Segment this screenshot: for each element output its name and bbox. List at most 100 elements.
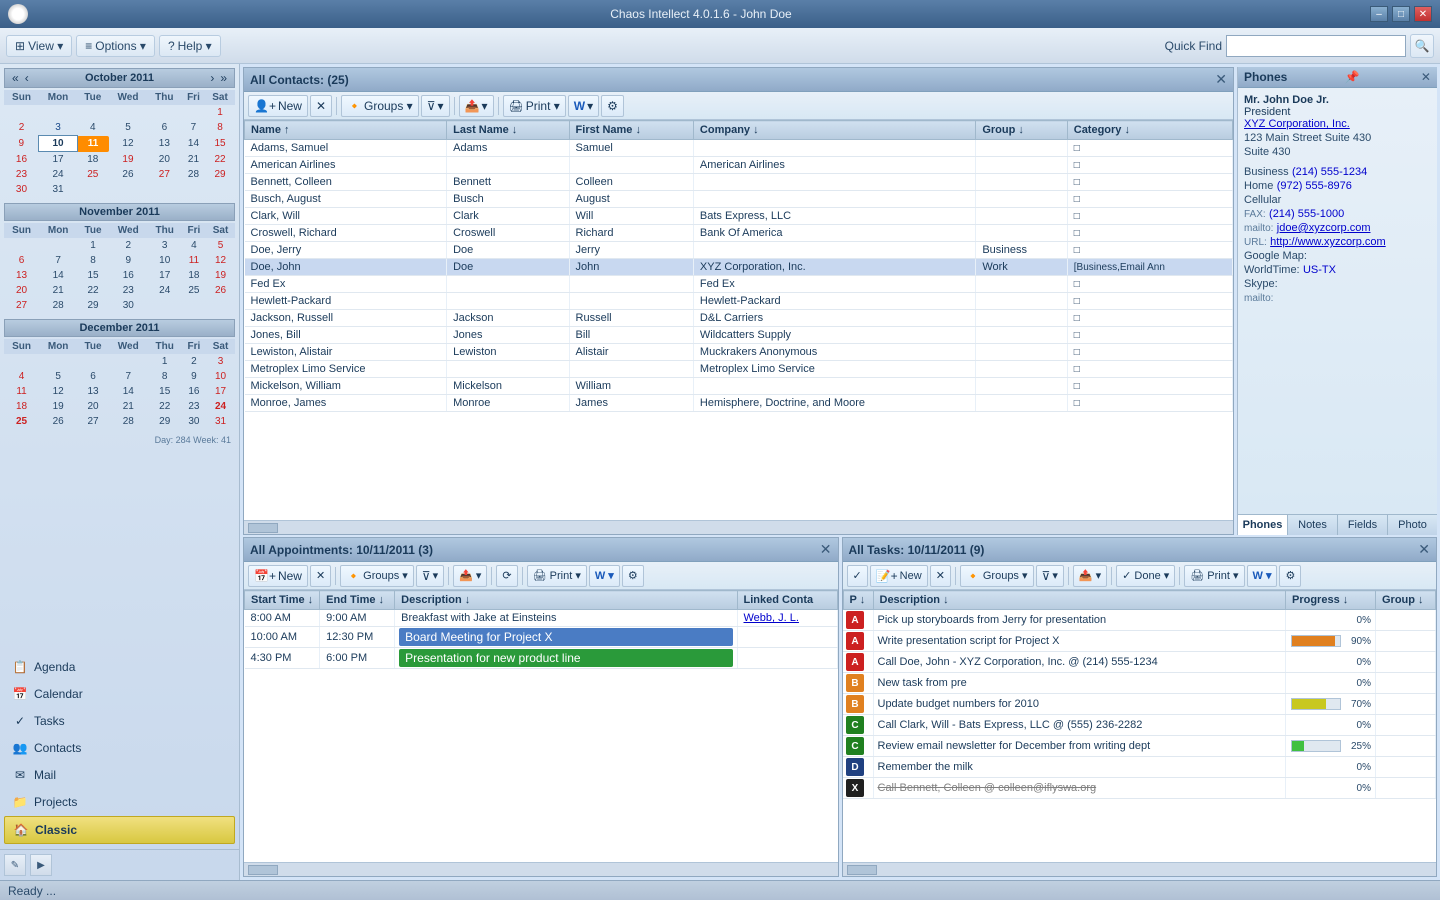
task-row[interactable]: B Update budget numbers for 2010 70% — [843, 694, 1436, 715]
contacts-close-button[interactable]: ✕ — [1215, 71, 1227, 88]
view-menu[interactable]: ⊞ View ▾ — [6, 35, 72, 57]
apt-hscroll[interactable] — [244, 862, 838, 876]
tasks-filter-button[interactable]: ⊽ ▾ — [1036, 565, 1064, 587]
table-row[interactable]: American Airlines American Airlines □ — [245, 157, 1233, 174]
apt-word-button[interactable]: W ▾ — [589, 565, 620, 587]
table-row[interactable]: Adams, Samuel Adams Samuel □ — [245, 140, 1233, 157]
task-row[interactable]: C Call Clark, Will - Bats Express, LLC @… — [843, 715, 1436, 736]
apt-filter-button[interactable]: ⊽ ▾ — [416, 565, 444, 587]
apt-col-endtime[interactable]: End Time ↓ — [320, 591, 395, 610]
apt-print-button[interactable]: 🖨 Print ▾ — [527, 565, 587, 587]
footer-expand-btn[interactable]: ▶ — [30, 854, 52, 876]
maximize-button[interactable]: □ — [1392, 6, 1410, 22]
apt-new-button[interactable]: 📅+ New — [248, 565, 308, 587]
cal-next-next[interactable]: » — [217, 71, 230, 85]
contacts-groups-button[interactable]: 🔸 Groups ▾ — [341, 95, 419, 117]
cal-prev[interactable]: ‹ — [22, 71, 32, 85]
cal-prev-prev[interactable]: « — [9, 71, 22, 85]
sidebar-item-tasks[interactable]: ✓ Tasks — [4, 708, 235, 734]
apt-groups-button[interactable]: 🔸 Groups ▾ — [340, 565, 414, 587]
tasks-extra-button[interactable]: ⚙ — [1279, 565, 1301, 587]
col-group[interactable]: Group ↓ — [976, 121, 1067, 140]
apt-col-desc[interactable]: Description ↓ — [395, 591, 737, 610]
sidebar-item-mail[interactable]: ✉ Mail — [4, 762, 235, 788]
tasks-export-button[interactable]: 📤 ▾ — [1073, 565, 1107, 587]
col-category[interactable]: Category ↓ — [1067, 121, 1232, 140]
fax-phone[interactable]: (214) 555-1000 — [1269, 208, 1344, 220]
table-row[interactable]: Lewiston, Alistair Lewiston Alistair Muc… — [245, 344, 1233, 361]
sidebar-item-calendar[interactable]: 📅 Calendar — [4, 681, 235, 707]
help-menu[interactable]: ? Help ▾ — [159, 35, 221, 57]
contacts-print-button[interactable]: 🖨 Print ▾ — [503, 95, 566, 117]
apt-extra-button[interactable]: ⚙ — [622, 565, 644, 587]
tasks-col-group[interactable]: Group ↓ — [1376, 591, 1436, 610]
contacts-extra-button[interactable]: ⚙ — [601, 95, 624, 117]
table-row[interactable]: Mickelson, William Mickelson William □ — [245, 378, 1233, 395]
quick-find-input[interactable] — [1226, 35, 1406, 57]
apt-col-contact[interactable]: Linked Conta — [737, 591, 837, 610]
business-phone[interactable]: (214) 555-1234 — [1292, 166, 1367, 178]
tasks-done-button[interactable]: ✓ Done ▾ — [1116, 565, 1175, 587]
tasks-col-progress[interactable]: Progress ↓ — [1286, 591, 1376, 610]
tasks-word-button[interactable]: W ▾ — [1247, 565, 1278, 587]
apt-export-button[interactable]: 📤 ▾ — [453, 565, 487, 587]
table-row[interactable]: Doe, John Doe John XYZ Corporation, Inc.… — [245, 259, 1233, 276]
close-button[interactable]: ✕ — [1414, 6, 1432, 22]
tasks-col-priority[interactable]: P ↓ — [843, 591, 873, 610]
contact-email[interactable]: jdoe@xyzcorp.com — [1277, 222, 1371, 234]
cal-next[interactable]: › — [207, 71, 217, 85]
tab-fields[interactable]: Fields — [1338, 515, 1388, 535]
apt-sync-button[interactable]: ⟳ — [496, 565, 517, 587]
apt-row[interactable]: 4:30 PM 6:00 PM Presentation for new pro… — [245, 648, 838, 669]
table-row[interactable]: Metroplex Limo Service Metroplex Limo Se… — [245, 361, 1233, 378]
tab-phones[interactable]: Phones — [1238, 515, 1288, 535]
sidebar-item-agenda[interactable]: 📋 Agenda — [4, 654, 235, 680]
tasks-col-desc[interactable]: Description ↓ — [873, 591, 1286, 610]
table-row[interactable]: Jackson, Russell Jackson Russell D&L Car… — [245, 310, 1233, 327]
contacts-delete-button[interactable]: ✕ — [310, 95, 332, 117]
options-menu[interactable]: ≡ Options ▾ — [76, 35, 155, 57]
apt-row[interactable]: 10:00 AM 12:30 PM Board Meeting for Proj… — [245, 627, 838, 648]
apt-col-starttime[interactable]: Start Time ↓ — [245, 591, 320, 610]
search-button[interactable]: 🔍 — [1410, 34, 1434, 58]
task-row[interactable]: A Pick up storyboards from Jerry for pre… — [843, 610, 1436, 631]
col-company[interactable]: Company ↓ — [693, 121, 975, 140]
table-row[interactable]: Fed Ex Fed Ex □ — [245, 276, 1233, 293]
home-phone[interactable]: (972) 555-8976 — [1277, 180, 1352, 192]
phones-close-button[interactable]: ✕ — [1421, 70, 1431, 84]
contacts-export-button[interactable]: 📤 ▾ — [459, 95, 494, 117]
pin-icon[interactable]: 📌 — [1345, 70, 1360, 84]
table-row[interactable]: Hewlett-Packard Hewlett-Packard □ — [245, 293, 1233, 310]
apt-delete-button[interactable]: ✕ — [310, 565, 331, 587]
footer-edit-btn[interactable]: ✎ — [4, 854, 26, 876]
tasks-groups-button[interactable]: 🔸 Groups ▾ — [960, 565, 1034, 587]
tasks-print-button[interactable]: 🖨 Print ▾ — [1184, 565, 1244, 587]
table-row[interactable]: Bennett, Colleen Bennett Colleen □ — [245, 174, 1233, 191]
tasks-close-button[interactable]: ✕ — [1418, 541, 1430, 558]
sidebar-item-classic[interactable]: 🏠 Classic — [4, 816, 235, 844]
table-row[interactable]: Busch, August Busch August □ — [245, 191, 1233, 208]
table-row[interactable]: Jones, Bill Jones Bill Wildcatters Suppl… — [245, 327, 1233, 344]
table-row[interactable]: Monroe, James Monroe James Hemisphere, D… — [245, 395, 1233, 412]
col-name[interactable]: Name ↑ — [245, 121, 447, 140]
col-lastname[interactable]: Last Name ↓ — [447, 121, 569, 140]
contact-company[interactable]: XYZ Corporation, Inc. — [1244, 118, 1431, 130]
contacts-word-button[interactable]: W ▾ — [568, 95, 599, 117]
task-row[interactable]: B New task from pre 0% — [843, 673, 1436, 694]
tasks-check-button[interactable]: ✓ — [847, 565, 868, 587]
apt-row[interactable]: 8:00 AM 9:00 AM Breakfast with Jake at E… — [245, 610, 838, 627]
task-row[interactable]: D Remember the milk 0% — [843, 757, 1436, 778]
appointments-close-button[interactable]: ✕ — [820, 541, 832, 558]
tasks-new-button[interactable]: 📝+ New — [870, 565, 928, 587]
task-row[interactable]: X Call Bennett, Colleen @ colleen@iflysw… — [843, 778, 1436, 799]
task-row[interactable]: A Call Doe, John - XYZ Corporation, Inc.… — [843, 652, 1436, 673]
apt-contact[interactable]: Webb, J. L. — [737, 610, 837, 627]
contacts-new-button[interactable]: 👤+ New — [248, 95, 308, 117]
contact-url[interactable]: http://www.xyzcorp.com — [1270, 236, 1386, 248]
table-row[interactable]: Clark, Will Clark Will Bats Express, LLC… — [245, 208, 1233, 225]
tab-photo[interactable]: Photo — [1388, 515, 1437, 535]
task-row[interactable]: A Write presentation script for Project … — [843, 631, 1436, 652]
tasks-hscroll[interactable] — [843, 862, 1437, 876]
tasks-delete-button[interactable]: ✕ — [930, 565, 951, 587]
col-firstname[interactable]: First Name ↓ — [569, 121, 693, 140]
